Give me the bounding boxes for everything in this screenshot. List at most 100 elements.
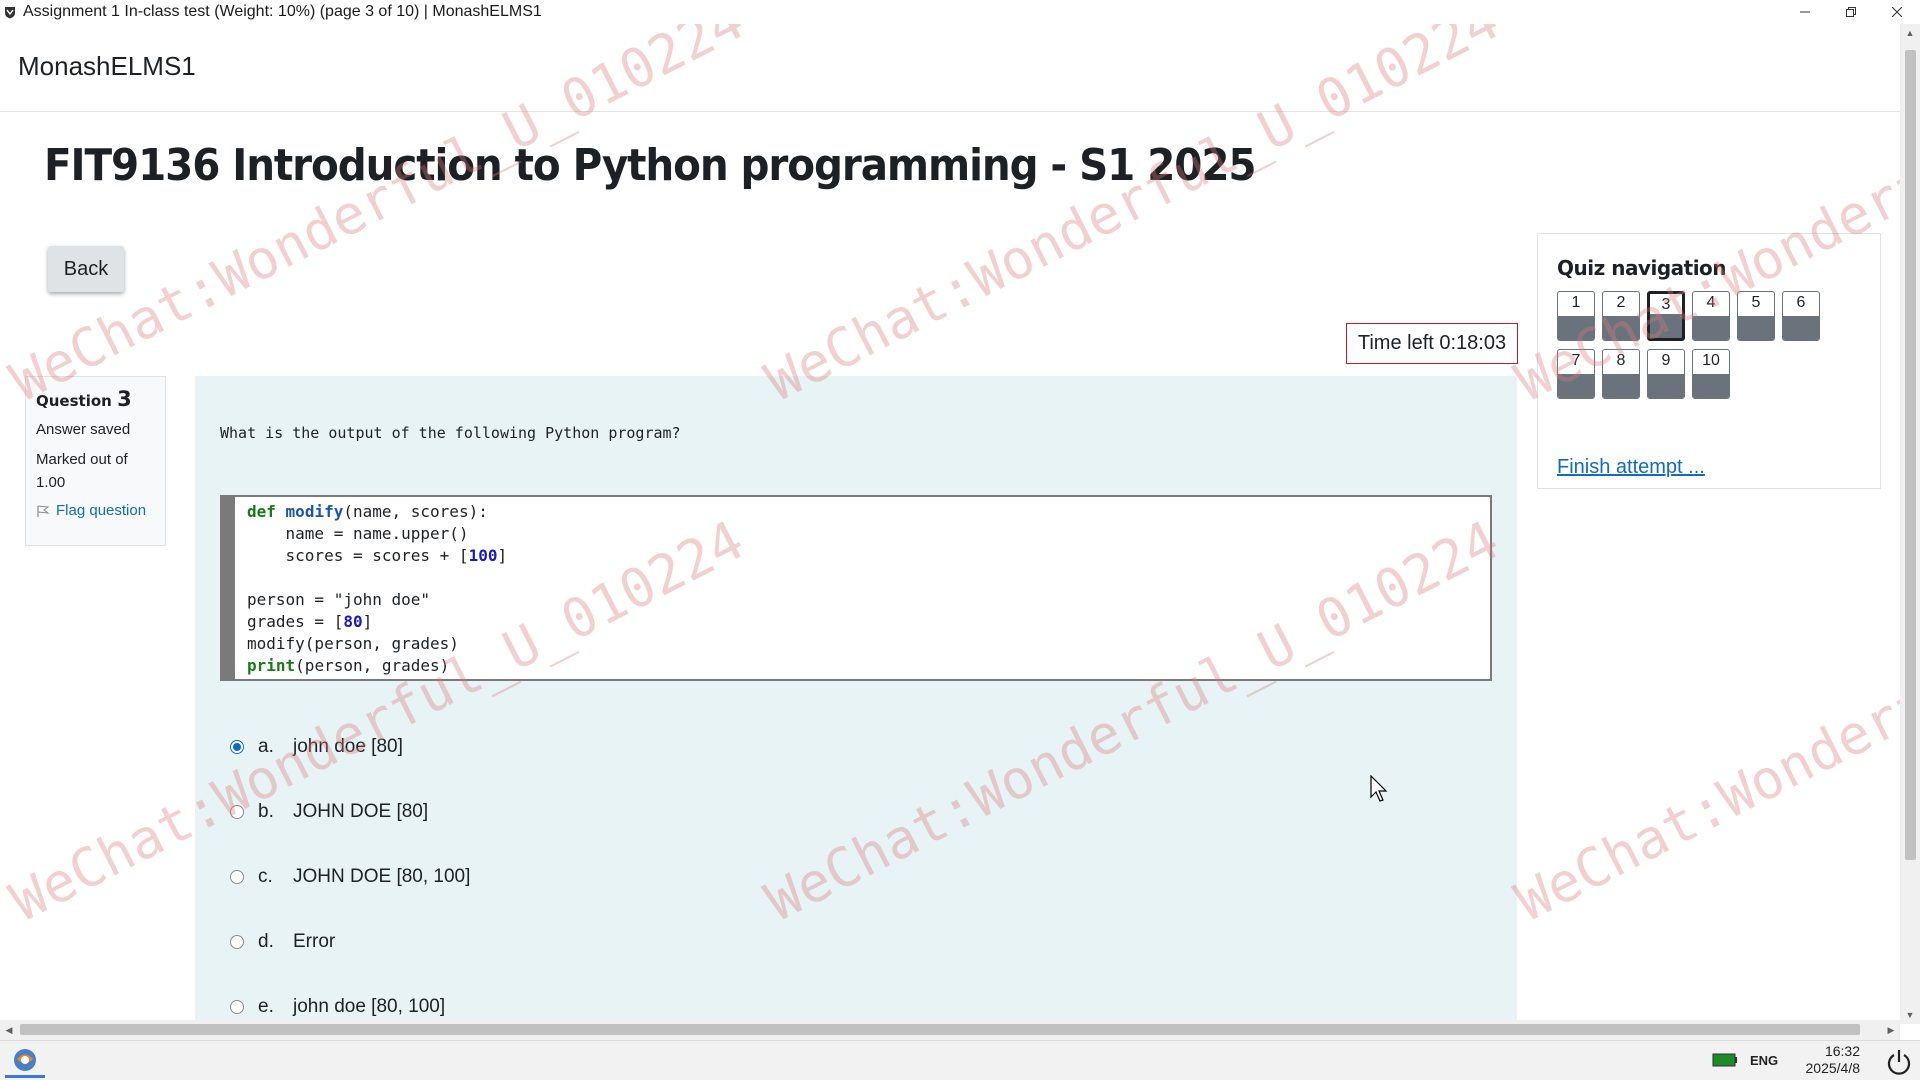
flag-icon [37,505,50,517]
quiz-nav-label: 1 [1571,294,1581,311]
quiz-nav-question-10[interactable]: 10 [1692,349,1730,399]
quiz-nav-label: 2 [1616,294,1626,311]
clock[interactable]: 16:32 2025/4/8 [1800,1043,1861,1077]
quiz-nav-question-6[interactable]: 6 [1782,291,1820,341]
answer-letter: c. [258,866,273,887]
answered-indicator [1648,374,1684,398]
quiz-nav-question-2[interactable]: 2 [1602,291,1640,341]
start-icon [14,1048,36,1071]
question-state: Answer saved [36,421,131,438]
code-token: person = "john doe" [247,590,431,609]
question-number: Question 3 [36,387,155,411]
answer-text: JOHN DOE [80, 100] [293,866,471,887]
code-line: def modify(name, scores): [247,501,1490,523]
answered-indicator [1693,374,1729,398]
quiz-nav-question-8[interactable]: 8 [1602,349,1640,399]
vertical-scroll-thumb[interactable] [1905,50,1916,860]
back-button[interactable]: Back [48,246,124,292]
code-token: print [247,656,296,675]
app-icon [3,5,17,19]
language-indicator[interactable]: ENG [1750,1053,1778,1068]
answer-option-a[interactable]: a. john doe [80] [230,736,470,801]
code-token: name = name.upper() [247,524,469,543]
answered-indicator [1693,316,1729,340]
code-token: (name, scores): [343,502,488,521]
question-text: What is the output of the following Pyth… [220,424,681,442]
clock-time: 16:32 [1824,1043,1860,1059]
answered-indicator [1783,316,1819,340]
vertical-scrollbar[interactable]: ▲ ▼ [1900,24,1920,1024]
quiz-nav-label: 8 [1616,352,1626,369]
quiz-nav-label: 3 [1661,296,1671,313]
question-label: Question [36,392,112,410]
minimize-icon[interactable] [1782,0,1828,24]
answer-radio[interactable] [230,1000,244,1014]
code-token: 100 [468,546,498,565]
battery-icon[interactable] [1712,1053,1738,1067]
answer-text: john doe [80] [293,736,403,757]
scroll-up-icon[interactable]: ▲ [1900,24,1920,42]
code-token: ] [497,546,508,565]
finish-attempt-link[interactable]: Finish attempt ... [1557,456,1705,479]
horizontal-scroll-thumb[interactable] [20,1024,1860,1035]
answer-text: JOHN DOE [80] [293,801,429,822]
flag-question-button[interactable]: Flag question [36,502,155,519]
quiz-nav-question-5[interactable]: 5 [1737,291,1775,341]
quiz-nav-label: 9 [1661,352,1671,369]
quiz-nav-question-7[interactable]: 7 [1557,349,1595,399]
answered-indicator [1603,374,1639,398]
question-grade: Marked out of 1.00 [36,451,128,491]
quiz-navigation: Quiz navigation Finish attempt ... 1 2 3 4 5… [1537,233,1881,489]
answered-indicator [1603,316,1639,340]
answered-indicator [1738,316,1774,340]
close-icon[interactable] [1874,0,1920,24]
code-token: grades = [ [247,612,344,631]
code-block: def modify(name, scores): name = name.up… [220,495,1492,681]
code-token: def [247,502,276,521]
scroll-down-icon[interactable]: ▼ [1900,1006,1920,1024]
flag-question-label: Flag question [56,502,147,519]
answer-radio[interactable] [230,805,244,819]
quiz-nav-label: 4 [1706,294,1716,311]
answer-option-b[interactable]: b. JOHN DOE [80] [230,801,470,866]
code-token: modify(person, grades) [247,634,459,653]
scroll-right-icon[interactable]: ▶ [1882,1020,1900,1040]
answered-indicator [1558,316,1594,340]
power-icon[interactable] [1884,1047,1914,1077]
answer-option-d[interactable]: d. Error [230,931,470,996]
code-token: scores = scores + [ [247,546,469,565]
site-name[interactable]: MonashELMS1 [18,51,196,82]
answered-indicator [1558,374,1594,398]
window-controls [1782,0,1920,24]
quiz-nav-question-4[interactable]: 4 [1692,291,1730,341]
window-title-bar: Assignment 1 In-class test (Weight: 10%)… [0,0,1920,24]
code-line: person = "john doe" [247,589,1490,611]
quiz-nav-label: 6 [1796,294,1806,311]
course-title: FIT9136 Introduction to Python programmi… [44,140,1257,191]
code-token: ] [362,612,373,631]
site-header: MonashELMS1 [0,24,1900,112]
quiz-nav-label: 5 [1751,294,1761,311]
answer-letter: e. [258,996,274,1017]
answer-radio[interactable] [230,870,244,884]
answer-options: a. john doe [80] b. JOHN DOE [80] c. JOHN DOE… [230,736,470,1024]
horizontal-scrollbar[interactable]: ◀ ▶ [0,1020,1900,1040]
answered-indicator [1650,314,1682,338]
page-viewport: MonashELMS1 FIT9136 Introduction to Pyth… [0,24,1900,1024]
quiz-nav-label: 10 [1702,352,1720,369]
answer-radio[interactable] [230,935,244,949]
code-token: 80 [343,612,363,631]
answer-option-c[interactable]: c. JOHN DOE [80, 100] [230,866,470,931]
quiz-nav-question-1[interactable]: 1 [1557,291,1595,341]
code-line: name = name.upper() [247,523,1490,545]
quiz-nav-question-3[interactable]: 3 [1647,291,1685,341]
start-button[interactable] [5,1044,45,1078]
restore-icon[interactable] [1828,0,1874,24]
answer-text: john doe [80, 100] [293,996,446,1017]
quiz-nav-question-9[interactable]: 9 [1647,349,1685,399]
answer-radio[interactable] [230,740,244,754]
scroll-left-icon[interactable]: ◀ [0,1020,18,1040]
answer-letter: a. [258,736,274,757]
question-content: What is the output of the following Pyth… [195,376,1517,1024]
